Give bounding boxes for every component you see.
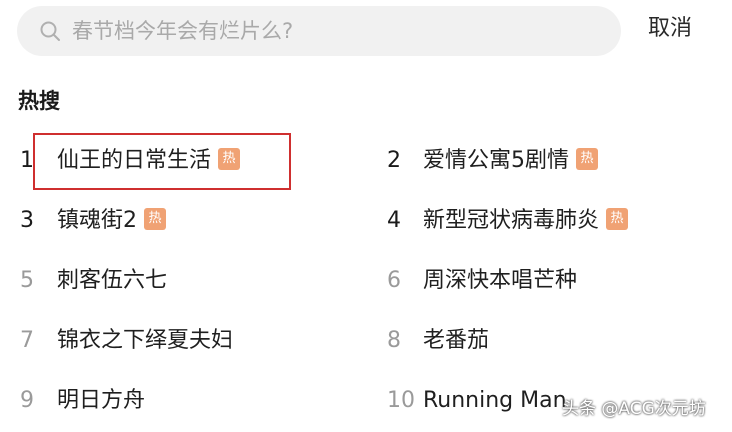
highlight-annotation-box [33,133,291,190]
rank-number: 1 [20,148,34,173]
hot-search-item-7[interactable]: 7 锦衣之下绎夏夫妇 [20,324,295,358]
watermark: 头条 @ACG次元坊 [562,399,706,419]
hot-search-label: 爱情公寓5剧情热 [423,144,598,178]
hot-search-label: Running Man [423,388,567,413]
rank-number: 6 [387,268,401,293]
rank-number: 3 [20,208,34,233]
hot-search-label: 老番茄 [423,328,490,353]
hot-search-item-8[interactable]: 8 老番茄 [387,324,687,358]
rank-number: 5 [20,268,34,293]
section-title-hot-search: 热搜 [18,89,60,113]
hot-search-item-5[interactable]: 5 刺客伍六七 [20,264,295,298]
cancel-button[interactable]: 取消 [648,14,692,44]
hot-badge: 热 [576,148,598,170]
hot-search-label: 锦衣之下绎夏夫妇 [57,328,234,353]
hot-badge: 热 [606,208,629,230]
hot-search-label: 新型冠状病毒肺炎热 [423,204,629,238]
hot-search-item-2[interactable]: 2 爱情公寓5剧情热 [387,144,687,178]
rank-number: 9 [20,388,34,413]
hot-search-label: 明日方舟 [57,388,146,413]
rank-number: 8 [387,328,401,353]
hot-search-item-4[interactable]: 4 新型冠状病毒肺炎热 [387,204,687,238]
hot-search-label: 镇魂街2 热 [57,204,166,238]
search-input[interactable]: 春节档今年会有烂片么? [17,6,621,56]
hot-search-label: 刺客伍六七 [57,268,168,293]
hot-search-item-6[interactable]: 6 周深快本唱芒种 [387,264,687,298]
search-placeholder: 春节档今年会有烂片么? [72,19,294,43]
rank-number: 10 [387,388,415,413]
rank-number: 4 [387,208,401,233]
rank-number: 7 [20,328,34,353]
search-icon [40,21,60,41]
hot-badge: 热 [144,208,166,230]
hot-search-item-3[interactable]: 3 镇魂街2 热 [20,204,295,238]
rank-number: 2 [387,148,401,173]
hot-search-item-9[interactable]: 9 明日方舟 [20,384,295,418]
hot-search-label: 周深快本唱芒种 [423,268,578,293]
